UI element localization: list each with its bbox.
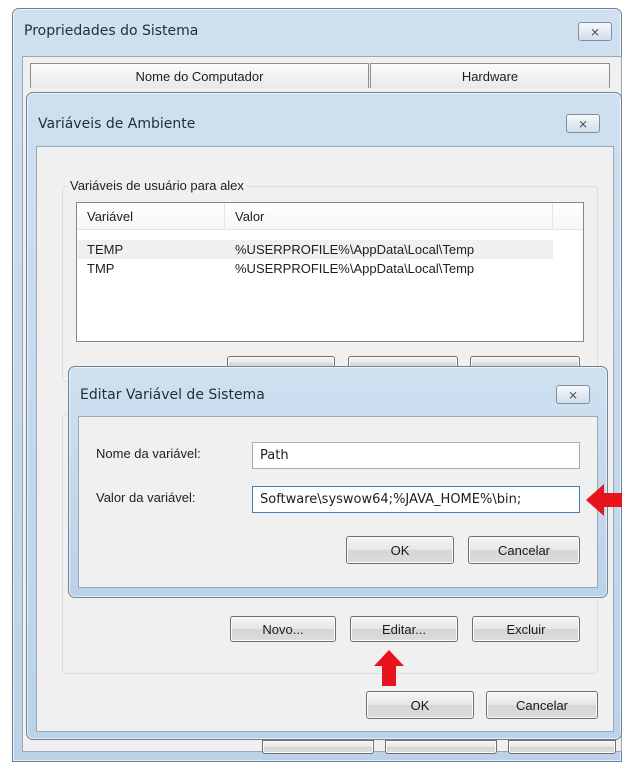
tab-computer-name[interactable]: Nome do Computador (30, 63, 369, 88)
env-ok-button[interactable]: OK (366, 691, 474, 719)
system-properties-close-button[interactable]: ⨯ (578, 22, 612, 41)
delete-button[interactable]: Excluir (472, 616, 580, 642)
new-button[interactable]: Novo... (230, 616, 336, 642)
row-variable-name: TMP (87, 261, 115, 276)
hidden-button-2 (385, 740, 497, 754)
red-arrow-up-icon (374, 650, 404, 686)
system-properties-title: Propriedades do Sistema (24, 23, 199, 39)
table-row[interactable]: TMP %USERPROFILE%\AppData\Local\Temp (77, 259, 583, 278)
tab-computer-name-label: Nome do Computador (135, 68, 264, 84)
hidden-button-1 (262, 740, 374, 754)
env-cancel-button[interactable]: Cancelar (486, 691, 598, 719)
env-cancel-button-label: Cancelar (515, 697, 569, 713)
user-variables-group-label: Variáveis de usuário para alex (67, 178, 247, 193)
red-arrow-left-icon (586, 484, 622, 516)
variable-value-input[interactable]: Software\syswow64;%JAVA_HOME%\bin; (252, 486, 580, 513)
variable-name-value: Path (260, 448, 289, 463)
env-ok-button-label: OK (410, 697, 430, 713)
environment-variables-close-button[interactable]: ⨯ (566, 114, 600, 133)
tab-hardware-label: Hardware (461, 68, 519, 84)
column-header-filler (553, 203, 583, 229)
column-header-variable[interactable]: Variável (77, 203, 225, 229)
tab-hardware[interactable]: Hardware (370, 63, 610, 88)
delete-button-label: Excluir (506, 621, 546, 637)
new-button-label: Novo... (262, 621, 304, 637)
column-header-value[interactable]: Valor (225, 203, 553, 229)
arrow-left-head (586, 484, 604, 516)
edit-cancel-button-label: Cancelar (497, 542, 551, 558)
edit-ok-button-label: OK (390, 542, 410, 558)
hidden-button-3 (508, 740, 616, 754)
table-row[interactable]: TEMP %USERPROFILE%\AppData\Local\Temp (77, 240, 553, 259)
environment-variables-title: Variáveis de Ambiente (38, 116, 196, 132)
edit-system-variable-title: Editar Variável de Sistema (80, 387, 265, 403)
edit-cancel-button[interactable]: Cancelar (468, 536, 580, 564)
close-icon: ⨯ (577, 116, 589, 131)
row-variable-value: %USERPROFILE%\AppData\Local\Temp (235, 261, 475, 276)
variable-value-value: Software\syswow64;%JAVA_HOME%\bin; (260, 492, 522, 507)
arrow-left-shaft (604, 493, 622, 507)
row-variable-value: %USERPROFILE%\AppData\Local\Temp (235, 242, 475, 257)
list-header: Variável Valor (77, 203, 583, 230)
edit-button[interactable]: Editar... (350, 616, 458, 642)
close-icon: ⨯ (567, 387, 579, 402)
variable-name-label: Nome da variável: (96, 446, 201, 461)
variable-value-label: Valor da variável: (96, 490, 196, 505)
arrow-up-shaft (382, 666, 396, 686)
edit-system-variable-close-button[interactable]: ⨯ (556, 385, 590, 404)
variable-name-input[interactable]: Path (252, 442, 580, 469)
user-variables-list[interactable]: Variável Valor TEMP %USERPROFILE%\AppDat… (76, 202, 584, 342)
row-variable-name: TEMP (87, 242, 124, 257)
arrow-up-head (374, 650, 404, 666)
edit-button-label: Editar... (381, 621, 427, 637)
close-icon: ⨯ (589, 24, 601, 39)
edit-ok-button[interactable]: OK (346, 536, 454, 564)
